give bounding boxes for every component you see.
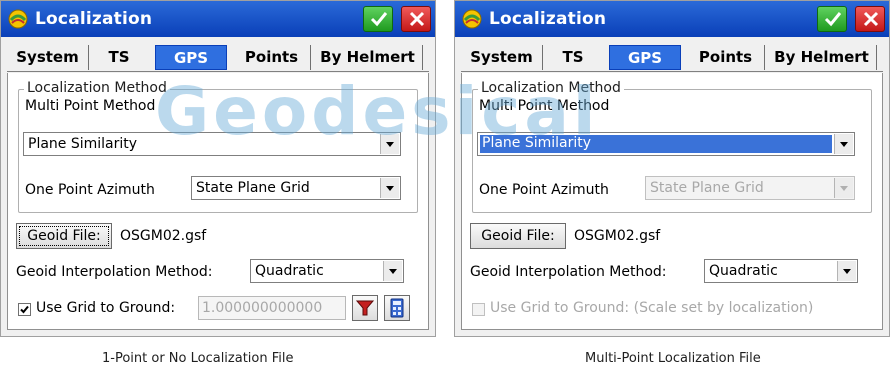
tab-by-helmert[interactable]: By Helmert: [313, 45, 423, 70]
app-icon: [8, 9, 28, 29]
tab-ts[interactable]: TS: [549, 45, 597, 70]
one-point-azimuth-select: State Plane Grid: [645, 176, 855, 200]
interpolation-method-select[interactable]: Quadratic: [250, 259, 404, 283]
geoid-file-name: OSGM02.gsf: [574, 228, 661, 244]
window-title: Localization: [489, 9, 607, 29]
interpolation-label: Geoid Interpolation Method:: [470, 264, 667, 280]
title-bar: Localization: [455, 1, 889, 37]
calculator-icon: [390, 298, 404, 318]
filter-icon: [355, 300, 375, 316]
calculator-button[interactable]: [384, 295, 410, 321]
one-point-azimuth-value: State Plane Grid: [650, 180, 764, 196]
geoid-file-button[interactable]: Geoid File:: [470, 223, 566, 249]
multi-point-method-value: Plane Similarity: [28, 136, 138, 152]
group-title: Localization Method: [24, 80, 170, 96]
interpolation-label: Geoid Interpolation Method:: [16, 264, 213, 280]
one-point-azimuth-value: State Plane Grid: [196, 180, 310, 196]
chevron-down-icon[interactable]: [383, 261, 402, 281]
scale-factor-field[interactable]: 1.000000000000: [198, 296, 346, 320]
filter-button[interactable]: [352, 295, 378, 321]
tab-by-helmert[interactable]: By Helmert: [767, 45, 877, 70]
checkmark-icon: [20, 305, 29, 314]
tab-points[interactable]: Points: [233, 45, 311, 70]
one-point-label: One Point Azimuth: [479, 182, 609, 198]
title-bar: Localization: [1, 1, 435, 37]
tab-gps[interactable]: GPS: [609, 45, 681, 70]
tab-system[interactable]: System: [7, 45, 89, 70]
caption-right: Multi-Point Localization File: [585, 351, 761, 366]
close-button[interactable]: [401, 6, 431, 32]
localization-window-left: Localization System TS GPS Points By Hel…: [0, 0, 436, 337]
tab-strip: System TS GPS Points By Helmert: [7, 43, 429, 72]
chevron-down-icon[interactable]: [837, 261, 856, 281]
caption-left: 1-Point or No Localization File: [102, 351, 294, 366]
tab-system[interactable]: System: [461, 45, 543, 70]
localization-window-right: Localization System TS GPS Points By Hel…: [454, 0, 890, 337]
one-point-azimuth-select[interactable]: State Plane Grid: [191, 176, 401, 200]
interpolation-method-value: Quadratic: [255, 263, 324, 279]
close-icon: [863, 11, 879, 27]
ok-button[interactable]: [363, 6, 393, 32]
close-button[interactable]: [855, 6, 885, 32]
chevron-down-icon: [834, 178, 853, 198]
tab-ts[interactable]: TS: [95, 45, 143, 70]
checkmark-icon: [824, 12, 842, 27]
tab-gps[interactable]: GPS: [155, 45, 227, 70]
interpolation-method-select[interactable]: Quadratic: [704, 259, 858, 283]
one-point-label: One Point Azimuth: [25, 182, 155, 198]
checkmark-icon: [370, 12, 388, 27]
app-icon: [462, 9, 482, 29]
ok-button[interactable]: [817, 6, 847, 32]
grid-to-ground-checkbox[interactable]: [18, 303, 31, 316]
grid-to-ground-label: Use Grid to Ground: (Scale set by locali…: [490, 300, 814, 316]
chevron-down-icon[interactable]: [834, 134, 853, 154]
geoid-file-name: OSGM02.gsf: [120, 228, 207, 244]
window-title: Localization: [35, 9, 153, 29]
chevron-down-icon[interactable]: [380, 178, 399, 198]
scale-factor-value: 1.000000000000: [202, 300, 323, 316]
grid-to-ground-label: Use Grid to Ground:: [36, 300, 176, 316]
watermark: Geodesical: [155, 73, 600, 150]
tab-strip: System TS GPS Points By Helmert: [461, 43, 883, 72]
close-icon: [409, 11, 425, 27]
tab-points[interactable]: Points: [687, 45, 765, 70]
interpolation-method-value: Quadratic: [709, 263, 778, 279]
grid-to-ground-checkbox: [472, 303, 485, 316]
geoid-file-button[interactable]: Geoid File:: [16, 223, 112, 249]
multi-point-label: Multi Point Method: [25, 98, 156, 114]
